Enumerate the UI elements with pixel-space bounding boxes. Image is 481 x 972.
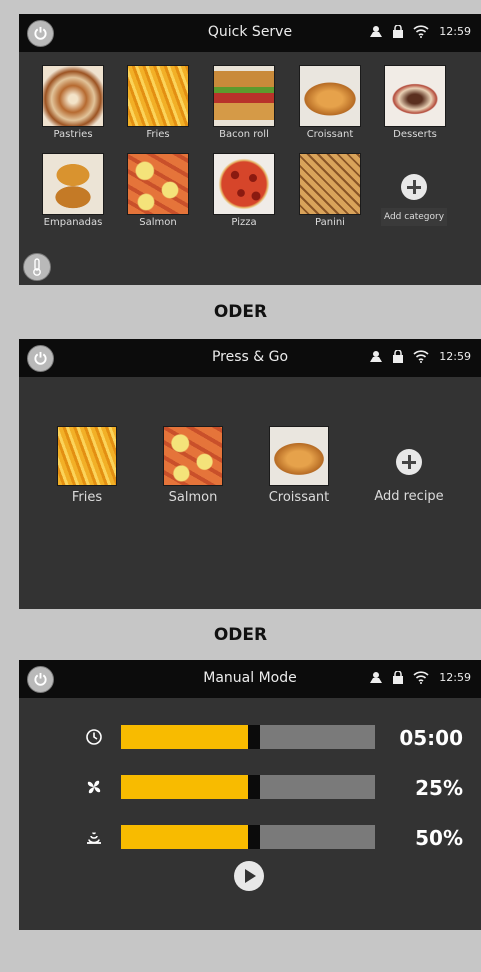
clock-time: 12:59 <box>439 349 471 363</box>
status-area: 12:59 <box>369 349 471 363</box>
thermometer-button[interactable] <box>23 253 51 281</box>
add-category-button[interactable]: Add category <box>375 174 453 226</box>
time-row: 05:00 <box>19 722 481 752</box>
quick-serve-panel: Quick Serve 12:59 Pastries Fries Bacon r… <box>19 14 481 285</box>
play-button[interactable] <box>234 861 264 891</box>
manual-mode-panel: Manual Mode 12:59 05:00 25% 50% <box>19 660 481 930</box>
steam-row: 50% <box>19 822 481 852</box>
user-icon <box>370 26 383 37</box>
lock-icon <box>393 349 404 363</box>
fan-slider-handle[interactable] <box>248 775 260 799</box>
clock-time: 12:59 <box>439 24 471 38</box>
separator-oder-2: ODER <box>213 625 268 645</box>
fan-row: 25% <box>19 772 481 802</box>
top-bar: Press & Go 12:59 <box>19 339 481 377</box>
top-bar: Manual Mode 12:59 <box>19 660 481 698</box>
status-area: 12:59 <box>369 24 471 38</box>
panini-image <box>300 154 360 214</box>
steam-icon <box>87 832 101 844</box>
empanadas-image <box>43 154 103 214</box>
category-bacon-roll[interactable]: Bacon roll <box>204 66 284 140</box>
add-recipe-button[interactable]: Add recipe <box>365 449 453 504</box>
lock-icon <box>393 24 404 38</box>
recipe-fries[interactable]: Fries <box>47 427 127 505</box>
time-slider-fill <box>121 725 248 749</box>
plus-icon <box>401 174 427 200</box>
salmon-image <box>128 154 188 214</box>
category-pastries[interactable]: Pastries <box>33 66 113 140</box>
time-slider[interactable] <box>121 725 375 749</box>
fan-icon <box>87 780 101 794</box>
thermometer-icon <box>33 258 41 276</box>
time-value: 05:00 <box>399 726 463 750</box>
steam-slider[interactable] <box>121 825 375 849</box>
user-icon <box>370 672 383 683</box>
bacon-roll-image <box>214 66 274 126</box>
category-croissant[interactable]: Croissant <box>290 66 370 140</box>
add-recipe-label: Add recipe <box>374 489 444 504</box>
salmon-image <box>164 427 222 485</box>
pastries-image <box>43 66 103 126</box>
clock-icon <box>86 729 102 745</box>
pizza-image <box>214 154 274 214</box>
top-bar: Quick Serve 12:59 <box>19 14 481 52</box>
plus-icon <box>396 449 422 475</box>
recipe-salmon[interactable]: Salmon <box>153 427 233 505</box>
time-slider-handle[interactable] <box>248 725 260 749</box>
fan-slider-fill <box>121 775 248 799</box>
desserts-image <box>385 66 445 126</box>
category-pizza[interactable]: Pizza <box>204 154 284 228</box>
recipe-croissant[interactable]: Croissant <box>259 427 339 505</box>
user-icon <box>370 351 383 362</box>
fries-image <box>58 427 116 485</box>
status-area: 12:59 <box>369 670 471 684</box>
category-panini[interactable]: Panini <box>290 154 370 228</box>
fan-value: 25% <box>415 776 463 800</box>
fries-image <box>128 66 188 126</box>
category-desserts[interactable]: Desserts <box>375 66 455 140</box>
wifi-icon <box>413 24 429 38</box>
wifi-icon <box>413 670 429 684</box>
separator-oder-1: ODER <box>213 302 268 322</box>
wifi-icon <box>413 349 429 363</box>
croissant-image <box>270 427 328 485</box>
steam-slider-fill <box>121 825 248 849</box>
croissant-image <box>300 66 360 126</box>
steam-slider-handle[interactable] <box>248 825 260 849</box>
clock-time: 12:59 <box>439 670 471 684</box>
lock-icon <box>393 670 404 684</box>
add-category-label: Add category <box>381 208 447 226</box>
fan-slider[interactable] <box>121 775 375 799</box>
category-salmon[interactable]: Salmon <box>118 154 198 228</box>
press-go-panel: Press & Go 12:59 Fries Salmon Croissant … <box>19 339 481 609</box>
category-fries[interactable]: Fries <box>118 66 198 140</box>
steam-value: 50% <box>415 826 463 850</box>
category-empanadas[interactable]: Empanadas <box>33 154 113 228</box>
